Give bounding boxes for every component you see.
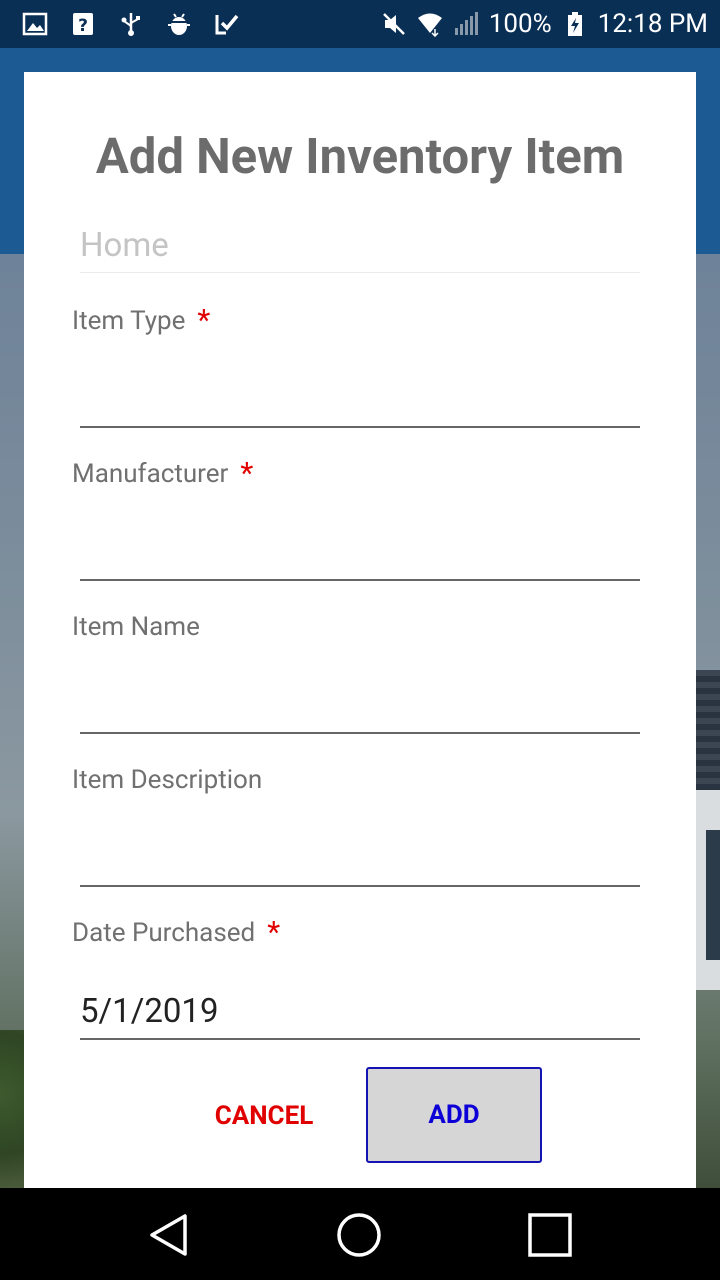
date-purchased-field[interactable] [80, 986, 640, 1040]
back-triangle-icon [150, 1214, 187, 1256]
manufacturer-input[interactable] [80, 527, 640, 577]
clock: 12:18 PM [597, 9, 708, 39]
image-icon [22, 11, 48, 37]
manufacturer-label-text: Manufacturer [72, 459, 229, 489]
wifi-icon [417, 11, 443, 37]
item-description-label: Item Description [72, 765, 262, 795]
home-input[interactable] [80, 220, 640, 270]
add-button[interactable]: ADD [366, 1067, 542, 1163]
date-purchased-label: Date Purchased * [72, 915, 281, 950]
required-marker: * [267, 915, 281, 950]
item-type-field[interactable] [80, 374, 640, 428]
home-button[interactable] [334, 1210, 384, 1260]
item-name-label-text: Item Name [72, 612, 200, 642]
required-marker: * [240, 456, 254, 491]
item-name-input[interactable] [80, 680, 640, 730]
battery-percent: 100% [488, 9, 552, 39]
item-description-field[interactable] [80, 833, 640, 887]
back-button[interactable] [145, 1210, 195, 1260]
battery-charging-icon [562, 11, 588, 37]
required-marker: * [197, 303, 211, 338]
date-purchased-label-text: Date Purchased [72, 918, 256, 948]
recents-button[interactable] [525, 1210, 575, 1260]
dialog-title: Add New Inventory Item [95, 128, 625, 185]
home-circle-icon [337, 1213, 381, 1257]
cancel-button[interactable]: CANCEL [194, 1096, 334, 1136]
status-bar: ? 100% 12:18 PM [0, 0, 720, 48]
item-type-label: Item Type * [72, 303, 211, 338]
item-name-label: Item Name [72, 612, 200, 642]
background-window [706, 830, 720, 960]
mute-icon [381, 11, 407, 37]
manufacturer-label: Manufacturer * [72, 456, 254, 491]
manufacturer-field[interactable] [80, 527, 640, 581]
help-box-icon: ? [70, 11, 96, 37]
add-inventory-dialog: Add New Inventory Item Item Type * Manuf… [24, 72, 696, 1188]
date-purchased-input[interactable] [80, 986, 640, 1036]
item-type-input[interactable] [80, 374, 640, 424]
android-bug-icon [166, 11, 192, 37]
recents-square-icon [528, 1213, 572, 1257]
navigation-bar [0, 1188, 720, 1280]
item-description-input[interactable] [80, 833, 640, 883]
usb-icon [118, 11, 144, 37]
home-field[interactable] [80, 220, 640, 273]
notification-icons: ? [22, 11, 240, 37]
item-type-label-text: Item Type [72, 306, 186, 336]
checklist-icon [214, 11, 240, 37]
svg-text:?: ? [78, 16, 88, 36]
item-name-field[interactable] [80, 680, 640, 734]
system-status: 100% 12:18 PM [381, 9, 708, 39]
signal-icon [453, 11, 479, 37]
item-description-label-text: Item Description [72, 765, 263, 795]
